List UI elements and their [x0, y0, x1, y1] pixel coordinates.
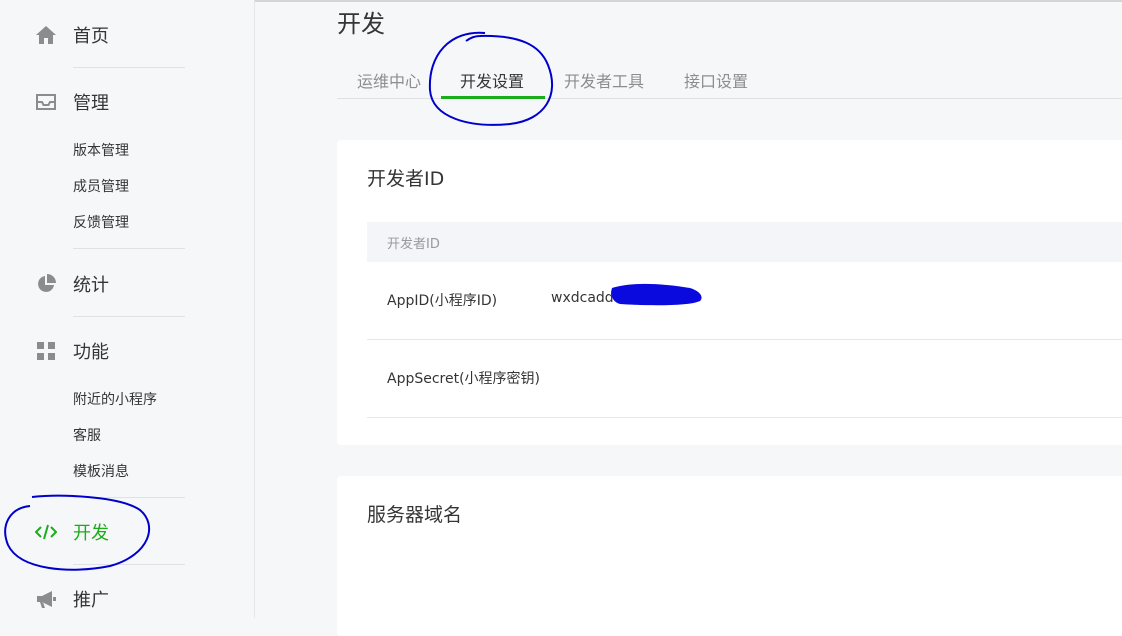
appsecret-label: AppSecret(小程序密钥) [387, 371, 541, 387]
sidebar-divider [73, 564, 185, 565]
sidebar-item-label: 推广 [73, 590, 109, 611]
sidebar-item-promote[interactable]: 推广 [0, 579, 254, 619]
sidebar-subitem-feedback[interactable]: 反馈管理 [73, 213, 129, 233]
code-icon [35, 521, 57, 543]
sidebar-item-stats[interactable]: 统计 [0, 264, 254, 304]
sidebar-item-label: 首页 [73, 26, 109, 47]
table-row-appid: AppID(小程序ID) wxdcadd [367, 262, 1122, 340]
appid-label: AppID(小程序ID) [387, 293, 498, 309]
sidebar-item-manage[interactable]: 管理 [0, 82, 254, 122]
home-icon [35, 24, 57, 46]
inbox-icon [35, 91, 57, 113]
sidebar-subitem-template[interactable]: 模板消息 [73, 462, 129, 482]
grid-icon [35, 340, 57, 362]
active-tab-indicator [441, 96, 545, 99]
tab-api-settings[interactable]: 接口设置 [684, 68, 748, 92]
sidebar-subitem-version[interactable]: 版本管理 [73, 141, 129, 161]
server-domain-card: 服务器域名 [337, 476, 1122, 636]
sidebar-item-dev[interactable]: 开发 [0, 512, 254, 552]
sidebar-divider [73, 67, 185, 68]
table-header: 开发者ID [367, 222, 1122, 262]
sidebar-item-label: 统计 [73, 275, 109, 296]
table-row-appsecret: AppSecret(小程序密钥) [367, 340, 1122, 418]
table-header-cell: 开发者ID [387, 237, 440, 252]
sidebar-item-label: 管理 [73, 93, 109, 114]
sidebar-subitem-members[interactable]: 成员管理 [73, 177, 129, 197]
top-border [254, 0, 1122, 2]
tab-ops-center[interactable]: 运维中心 [357, 68, 421, 92]
sidebar-item-label: 开发 [73, 523, 109, 544]
appid-value: wxdcadd [551, 290, 614, 306]
sidebar-divider [73, 248, 185, 249]
pie-chart-icon [35, 273, 57, 295]
sidebar-divider [73, 497, 185, 498]
card-title: 服务器域名 [367, 504, 463, 526]
sidebar-divider [73, 316, 185, 317]
card-title: 开发者ID [367, 168, 445, 190]
developer-id-card: 开发者ID 开发者ID AppID(小程序ID) wxdcadd AppSecr… [337, 140, 1122, 445]
sidebar-item-label: 功能 [73, 342, 109, 363]
tab-bar: 运维中心 开发设置 开发者工具 接口设置 [337, 60, 1122, 99]
tab-dev-settings[interactable]: 开发设置 [460, 68, 524, 92]
page-title: 开发 [337, 10, 385, 38]
sidebar-subitem-service[interactable]: 客服 [73, 426, 101, 446]
sidebar-subitem-nearby[interactable]: 附近的小程序 [73, 390, 157, 410]
sidebar-item-features[interactable]: 功能 [0, 331, 254, 371]
tab-dev-tools[interactable]: 开发者工具 [564, 68, 644, 92]
megaphone-icon [35, 588, 57, 610]
sidebar-item-home[interactable]: 首页 [0, 15, 254, 55]
sidebar: 首页 管理 版本管理 成员管理 反馈管理 统计 功能 附近的小程序 客服 模板消… [0, 0, 255, 618]
